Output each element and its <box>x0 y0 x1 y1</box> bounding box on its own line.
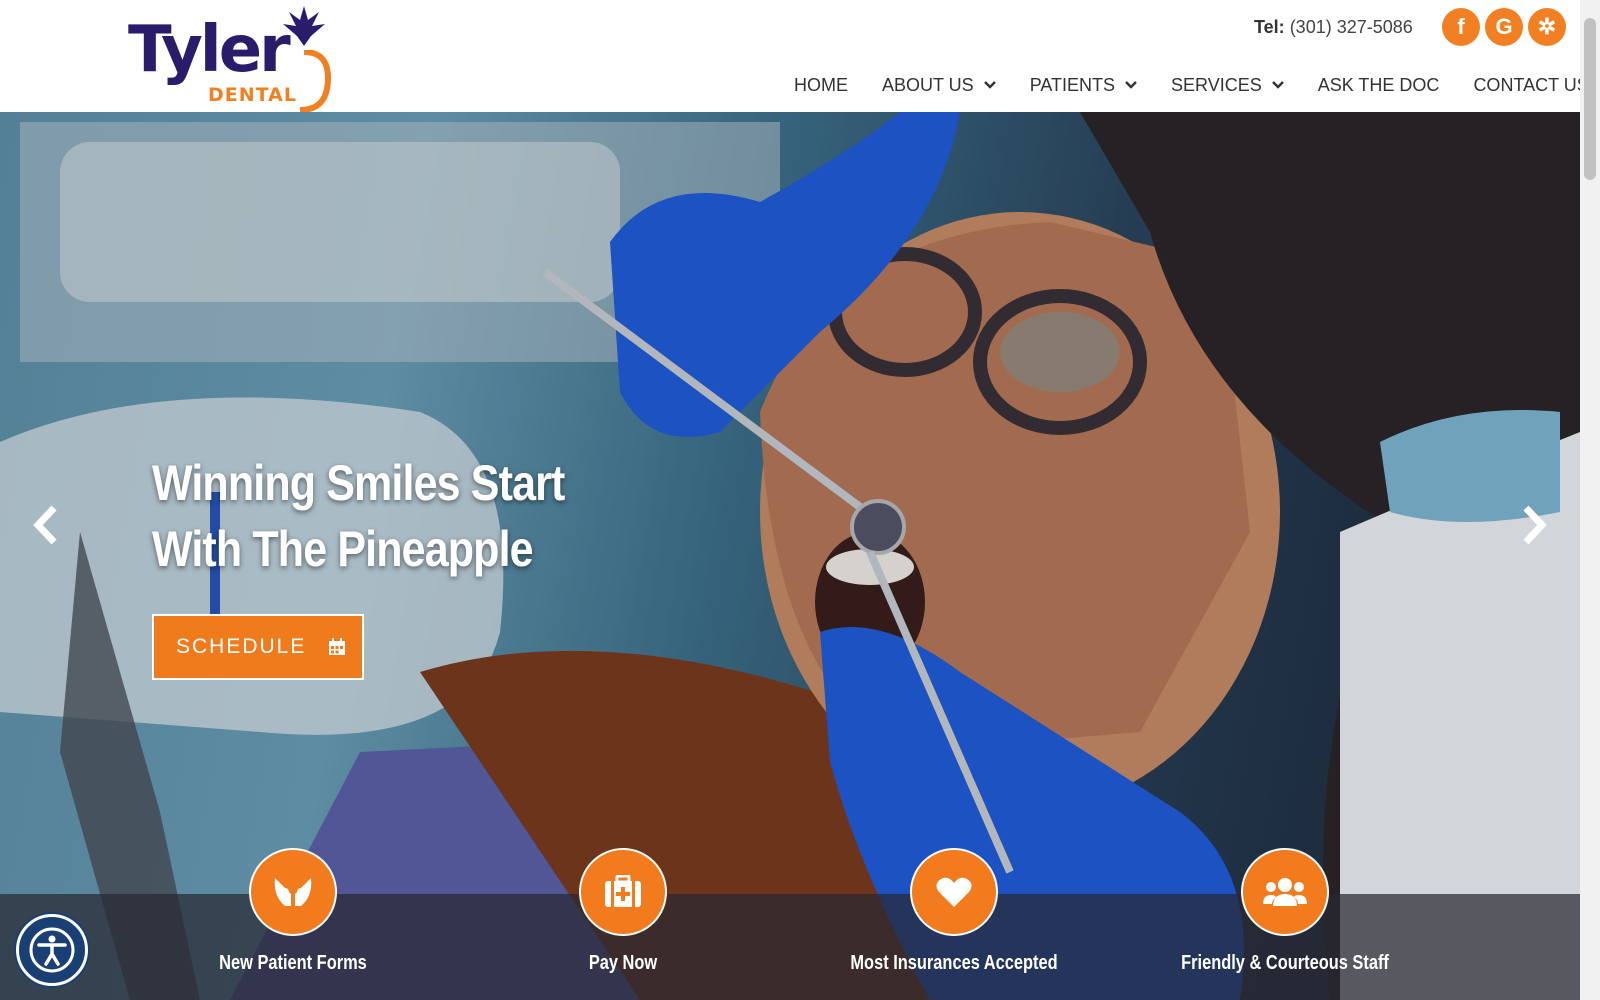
logo-sub: DENTAL <box>208 84 297 106</box>
hero-headline: Winning Smiles Start With The Pineapple <box>152 450 634 582</box>
heart-icon <box>936 877 972 907</box>
schedule-label: SCHEDULE <box>176 635 307 658</box>
hero-headline-line1: Winning Smiles Start <box>152 455 565 511</box>
site-header: Tyler DENTAL Tel: (301) 327-5086 f G ✲ H… <box>0 0 1580 113</box>
yelp-button[interactable]: ✲ <box>1528 8 1566 46</box>
feature-most-insurances-accepted[interactable]: Most Insurances Accepted <box>824 848 1084 975</box>
logo-name: Tyler <box>128 13 291 87</box>
accessibility-icon <box>29 927 75 973</box>
feature-circle <box>249 848 337 936</box>
calendar-icon <box>329 638 346 655</box>
yelp-icon: ✲ <box>1537 14 1557 39</box>
feature-friendly-staff[interactable]: Friendly & Courteous Staff <box>1155 848 1415 975</box>
main-nav: HOME ABOUT US PATIENTS SERVICES ASK THE … <box>780 70 1580 100</box>
nav-about-us-label: ABOUT US <box>882 74 974 95</box>
chevron-down-icon <box>983 81 996 89</box>
nav-services-label: SERVICES <box>1171 74 1262 95</box>
feature-circle <box>1241 848 1329 936</box>
facebook-button[interactable]: f <box>1442 8 1480 46</box>
nav-about-us[interactable]: ABOUT US <box>882 75 996 96</box>
page-scrollbar[interactable] <box>1580 0 1600 1000</box>
nav-patients[interactable]: PATIENTS <box>1030 75 1137 96</box>
chevron-down-icon <box>1125 81 1137 89</box>
slider-prev-arrow-icon[interactable] <box>26 500 66 550</box>
google-icon: G <box>1495 14 1513 39</box>
feature-label: Friendly & Courteous Staff <box>1181 952 1389 974</box>
google-button[interactable]: G <box>1485 8 1523 46</box>
feature-pay-now[interactable]: Pay Now <box>493 848 753 975</box>
nav-patients-label: PATIENTS <box>1029 74 1116 95</box>
medical-kit-icon <box>605 875 641 907</box>
nav-home-label: HOME <box>794 74 848 95</box>
chevron-down-icon <box>1271 81 1284 89</box>
nav-contact-us[interactable]: CONTACT US <box>1473 75 1580 96</box>
facebook-icon: f <box>1457 14 1465 39</box>
tel-value: (301) 327-5086 <box>1289 17 1413 37</box>
tel-label: Tel: <box>1254 17 1285 37</box>
nav-home[interactable]: HOME <box>794 75 848 96</box>
hands-icon <box>274 878 312 906</box>
users-icon <box>1263 878 1307 906</box>
feature-label: Pay Now <box>588 952 658 974</box>
pineapple-leaf-icon <box>283 6 325 46</box>
feature-circle <box>910 848 998 936</box>
nav-ask-the-doc-label: ASK THE DOC <box>1317 74 1440 95</box>
feature-label: Most Insurances Accepted <box>850 952 1058 974</box>
accessibility-button[interactable] <box>16 914 88 986</box>
feature-label: New Patient Forms <box>219 952 367 974</box>
slider-next-arrow-icon[interactable] <box>1514 500 1554 550</box>
hero-headline-line2: With The Pineapple <box>152 521 534 577</box>
nav-ask-the-doc[interactable]: ASK THE DOC <box>1318 75 1440 96</box>
tyler-dental-logo[interactable]: Tyler DENTAL <box>128 6 332 113</box>
schedule-button[interactable]: SCHEDULE <box>152 614 364 680</box>
feature-circle <box>579 848 667 936</box>
nav-contact-us-label: CONTACT US <box>1473 74 1580 95</box>
scrollbar-thumb[interactable] <box>1584 18 1596 180</box>
feature-new-patient-forms[interactable]: New Patient Forms <box>163 848 423 975</box>
pineapple-hook-icon <box>299 50 332 113</box>
nav-services[interactable]: SERVICES <box>1171 75 1284 96</box>
phone-number[interactable]: Tel: (301) 327-5086 <box>1254 17 1413 38</box>
page: Tyler DENTAL Tel: (301) 327-5086 f G ✲ H… <box>0 0 1580 1000</box>
